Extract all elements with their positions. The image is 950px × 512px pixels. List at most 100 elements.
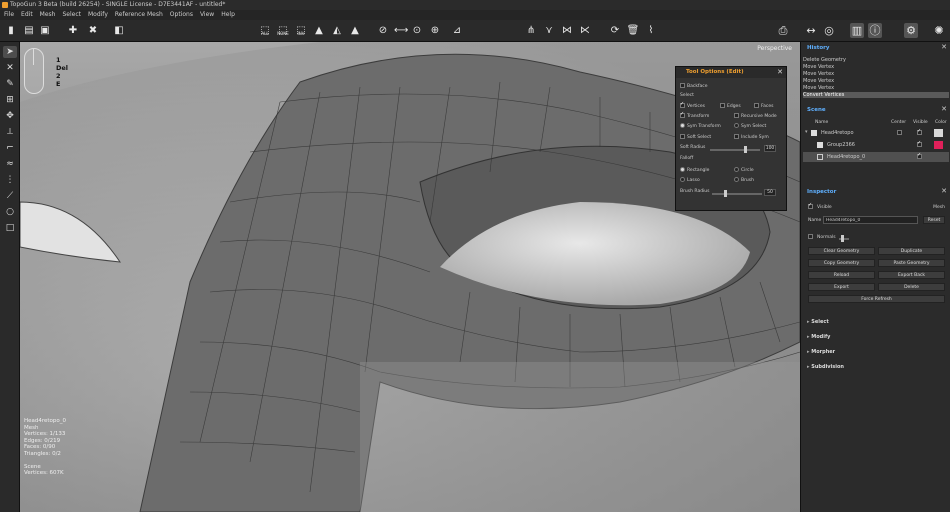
faces-option[interactable]: Faces — [754, 103, 774, 109]
soft-select-checkbox[interactable] — [680, 134, 685, 139]
expand-horizontal-icon[interactable]: ↔ — [804, 23, 818, 38]
align-horizontal-icon[interactable]: ⟷ — [394, 23, 408, 38]
soft-radius-slider[interactable] — [710, 146, 760, 153]
refresh-icon[interactable]: ⟳ — [608, 23, 622, 38]
rectangle-radio[interactable] — [680, 167, 685, 172]
flip-icon[interactable]: ⊿ — [450, 23, 464, 38]
soft-radius-value[interactable]: 100 — [764, 145, 776, 152]
brush-radio[interactable] — [734, 177, 739, 182]
3d-viewport[interactable]: Perspective 1 Del 2 E Head4retopo_0 Mesh… — [20, 42, 800, 512]
sym-transform-option[interactable]: Sym Transform — [680, 123, 721, 129]
transform-option[interactable]: Transform — [680, 111, 709, 119]
menu-help[interactable]: Help — [221, 10, 235, 20]
select-tool-icon[interactable]: ➤ — [3, 46, 17, 58]
weld-icon[interactable]: ⋈ — [560, 23, 574, 38]
accordion-select[interactable]: Select — [807, 319, 828, 325]
circle-tool-icon[interactable]: ○ — [3, 206, 17, 218]
delete-button[interactable]: Delete — [878, 283, 945, 291]
sym-select-option[interactable]: Sym Select — [734, 123, 766, 129]
rectangle-option[interactable]: Rectangle — [680, 167, 709, 173]
export-back-button[interactable]: Export Back — [878, 271, 945, 279]
select-all-button[interactable]: ⬚ ALL — [258, 23, 272, 38]
history-item[interactable]: Move Vertex — [803, 85, 949, 91]
normals-slider[interactable] — [839, 235, 849, 242]
backface-checkbox[interactable] — [680, 83, 685, 88]
reset-button[interactable]: Reset — [923, 216, 945, 224]
accordion-subdivision[interactable]: Subdivision — [807, 364, 844, 370]
lasso-option[interactable]: Lasso — [680, 177, 700, 183]
sym-select-radio[interactable] — [734, 123, 739, 128]
export-button[interactable]: Export — [808, 283, 875, 291]
faces-checkbox[interactable] — [754, 103, 759, 108]
brush-radius-value[interactable]: 50 — [764, 189, 776, 196]
target-icon[interactable]: ⊘ — [376, 23, 390, 38]
scene-row[interactable]: ▾ Head4retopo — [803, 128, 949, 138]
soft-select-option[interactable]: Soft Select — [680, 134, 711, 140]
sym-transform-radio[interactable] — [680, 123, 685, 128]
circle-option[interactable]: Circle — [734, 167, 754, 173]
view-mode-label[interactable]: Perspective — [757, 45, 792, 52]
center-checkbox[interactable] — [897, 130, 902, 135]
visible-checkbox[interactable] — [917, 140, 922, 147]
history-item[interactable]: Move Vertex — [803, 78, 949, 84]
cross-tool-icon[interactable]: ✕ — [3, 62, 17, 74]
edges-option[interactable]: Edges — [720, 103, 741, 109]
brush-icon[interactable]: ⌇ — [644, 23, 658, 38]
menu-edit[interactable]: Edit — [21, 10, 33, 20]
shrink-selection-icon[interactable]: ◭ — [330, 23, 344, 38]
reload-button[interactable]: Reload — [808, 271, 875, 279]
close-icon[interactable]: ✕ — [941, 187, 947, 195]
clear-geometry-button[interactable]: Clear Geometry — [808, 247, 875, 255]
add-icon[interactable]: ✚ — [66, 23, 80, 38]
color-swatch[interactable] — [934, 129, 943, 137]
panel-layout-icon[interactable]: ▥ — [850, 23, 864, 38]
edges-checkbox[interactable] — [720, 103, 725, 108]
brush-tool-icon[interactable]: ⌐ — [3, 142, 17, 154]
knife-tool-icon[interactable]: ⟋ — [3, 190, 17, 202]
grow-selection-icon[interactable]: ▲ — [312, 23, 326, 38]
camera-icon[interactable]: ◎ — [822, 23, 836, 38]
menu-view[interactable]: View — [200, 10, 214, 20]
close-icon[interactable]: ✕ — [777, 67, 783, 78]
select-none-button[interactable]: ⬚ NONE — [276, 23, 290, 38]
recursive-mode-option[interactable]: Recursive Mode — [734, 113, 777, 119]
brush-option[interactable]: Brush — [734, 177, 754, 183]
new-file-icon[interactable]: ▮ — [4, 23, 18, 38]
normals-knob[interactable] — [841, 235, 844, 242]
close-icon[interactable]: ✕ — [941, 43, 947, 51]
printer-icon[interactable]: ⎙ — [776, 23, 790, 38]
close-icon[interactable]: ✕ — [941, 105, 947, 113]
visible-checkbox[interactable] — [917, 128, 922, 135]
select-loop-icon[interactable]: ▲ — [348, 23, 362, 38]
scene-row-selected[interactable]: Head4retopo_0 — [803, 152, 949, 162]
duplicate-button[interactable]: Duplicate — [878, 247, 945, 255]
accordion-morpher[interactable]: Morpher — [807, 349, 835, 355]
fork-icon[interactable]: ⋔ — [524, 23, 538, 38]
brush-radius-knob[interactable] — [724, 190, 727, 197]
paste-geometry-button[interactable]: Paste Geometry — [878, 259, 945, 267]
extrude-tool-icon[interactable]: ⟂ — [3, 126, 17, 138]
layers-icon[interactable]: ◧ — [112, 23, 126, 38]
menu-select[interactable]: Select — [62, 10, 81, 20]
select-invert-button[interactable]: ⬚ INV — [294, 23, 308, 38]
settings-sliders-icon[interactable]: ⚙ — [904, 23, 918, 38]
tool-options-header[interactable]: Tool Options (Edit) ✕ — [676, 67, 786, 78]
circle-radio[interactable] — [734, 167, 739, 172]
menu-options[interactable]: Options — [170, 10, 193, 20]
accordion-modify[interactable]: Modify — [807, 334, 830, 340]
vertices-checkbox[interactable] — [680, 101, 685, 108]
scene-row[interactable]: Group2366 — [803, 140, 949, 150]
brush-radius-slider[interactable] — [712, 190, 762, 197]
normals-checkbox[interactable] — [808, 234, 813, 239]
chevron-down-icon[interactable]: ▾ — [805, 129, 808, 135]
lasso-radio[interactable] — [680, 177, 685, 182]
smooth-tool-icon[interactable]: ≈ — [3, 158, 17, 170]
recursive-mode-checkbox[interactable] — [734, 113, 739, 118]
backface-option[interactable]: Backface — [680, 83, 708, 89]
pen-tool-icon[interactable]: ✎ — [3, 78, 17, 90]
include-sym-option[interactable]: Include Sym — [734, 134, 769, 140]
history-item[interactable]: Delete Geometry — [803, 57, 949, 63]
merge-icon[interactable]: ⋎ — [542, 23, 556, 38]
menu-modify[interactable]: Modify — [88, 10, 108, 20]
name-input[interactable] — [823, 216, 918, 224]
